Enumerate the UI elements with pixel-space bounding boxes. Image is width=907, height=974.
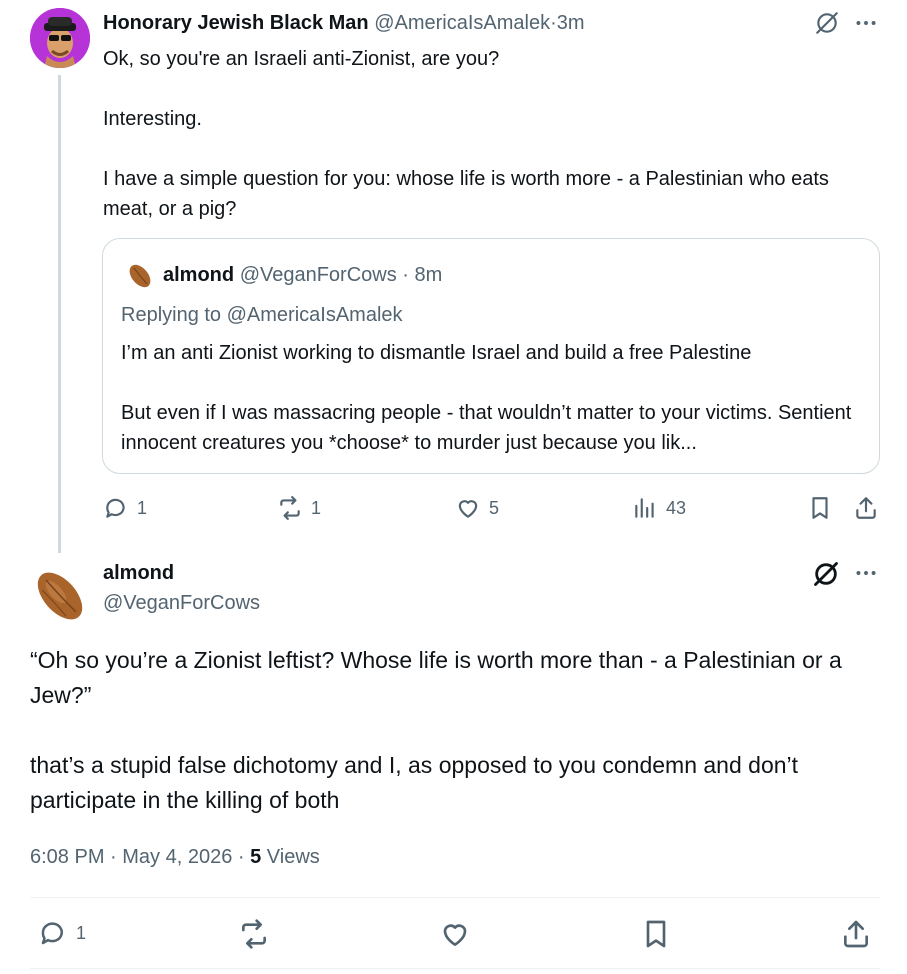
avatar[interactable] [30, 566, 90, 626]
replying-to-handle: @AmericaIsAmalek [226, 304, 403, 326]
slashed-circle-icon[interactable] [814, 10, 840, 36]
reply-bubble-icon [41, 922, 63, 945]
share-icon[interactable] [840, 918, 872, 950]
like-count: 5 [489, 497, 500, 518]
reply-bubble-icon [106, 498, 125, 518]
more-horizontal-icon[interactable] [853, 10, 879, 36]
divider [30, 897, 880, 898]
almond-avatar [129, 264, 151, 288]
repost-count: 1 [311, 497, 322, 518]
avatar[interactable] [30, 8, 90, 68]
bar-chart-icon [635, 498, 654, 518]
replying-to-line: Replying to @AmericaIsAmalek [121, 304, 403, 327]
timestamp[interactable]: 3m [557, 12, 585, 34]
views-label[interactable]: Views [267, 846, 320, 868]
tweet-header: Honorary Jewish Black Man @AmericaIsAmal… [103, 12, 585, 35]
views-count[interactable]: 5 [250, 846, 261, 868]
tweet-meta: 6:08 PM · May 4, 2026 · 5 Views [30, 846, 320, 869]
bookmark-icon[interactable] [807, 495, 833, 521]
divider [30, 968, 880, 969]
repost-button[interactable]: 1 [277, 495, 321, 521]
replying-prefix: Replying to [121, 304, 222, 326]
view-count: 43 [666, 497, 687, 518]
author-name[interactable]: Honorary Jewish Black Man [103, 12, 369, 34]
tweet-text: Ok, so you're an Israeli anti-Zionist, a… [103, 48, 829, 220]
heart-icon [458, 500, 478, 518]
bookmark-icon[interactable] [640, 918, 672, 950]
slashed-circle-icon[interactable] [812, 560, 840, 588]
tweet-text: “Oh so you’re a Zionist leftist? Whose l… [30, 647, 842, 813]
reply-count: 1 [137, 497, 148, 518]
quoted-author-name: almond [163, 264, 235, 286]
quoted-tweet-header: almond @VeganForCows · 8m [163, 264, 442, 287]
share-icon[interactable] [853, 495, 879, 521]
author-name[interactable]: almond [103, 562, 174, 585]
heart-icon[interactable] [439, 918, 471, 950]
timestamp[interactable]: 6:08 PM · May 4, 2026 · [30, 846, 245, 868]
reply-button[interactable]: 1 [38, 918, 86, 948]
views-button[interactable]: 43 [632, 495, 686, 521]
like-button[interactable]: 5 [455, 495, 499, 521]
quoted-timestamp: 8m [414, 264, 443, 286]
avatar-image [30, 8, 90, 68]
quoted-author-handle: @VeganForCows [239, 264, 397, 286]
time-separator: · [550, 12, 557, 34]
reply-count: 1 [76, 922, 87, 943]
author-handle[interactable]: @AmericaIsAmalek [374, 12, 550, 34]
repost-icon[interactable] [238, 918, 270, 950]
quoted-tweet-text: I’m an anti Zionist working to dismantle… [121, 342, 852, 454]
author-handle[interactable]: @VeganForCows [103, 592, 260, 615]
thread-connector-line [58, 75, 61, 553]
time-separator: · [402, 264, 409, 286]
reply-button[interactable]: 1 [103, 495, 147, 521]
more-horizontal-icon[interactable] [853, 560, 879, 586]
repost-icon [280, 496, 300, 520]
